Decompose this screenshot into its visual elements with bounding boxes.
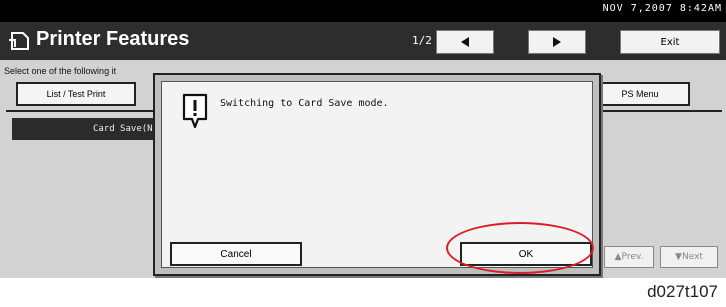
tab-ps-menu[interactable]: PS Menu xyxy=(590,82,690,106)
arrow-left-icon xyxy=(461,37,469,47)
date-time: NOV 7,2007 8:42AM xyxy=(602,3,722,14)
figure-caption: d027t107 xyxy=(647,282,718,301)
tab-label: List / Test Print xyxy=(46,89,106,99)
panel-screen: NOV 7,2007 8:42AM Printer Features 1/2 E… xyxy=(0,0,726,278)
ok-button[interactable]: OK xyxy=(460,242,592,266)
warning-icon xyxy=(182,93,208,129)
printer-icon xyxy=(9,32,29,50)
confirmation-dialog: Switching to Card Save mode. Cancel OK xyxy=(153,73,601,276)
exit-button[interactable]: Exit xyxy=(620,30,720,54)
prev-item-button[interactable]: ▲Prev. xyxy=(604,246,654,268)
dialog-message: Switching to Card Save mode. xyxy=(220,98,389,109)
cancel-button[interactable]: Cancel xyxy=(170,242,302,266)
instruction-text: Select one of the following it xyxy=(4,66,117,76)
page-title: Printer Features xyxy=(36,28,190,50)
next-page-button[interactable] xyxy=(528,30,586,54)
tab-label: PS Menu xyxy=(621,89,659,99)
arrow-right-icon xyxy=(553,37,561,47)
status-bar: NOV 7,2007 8:42AM xyxy=(0,0,726,22)
list-item-card-save[interactable]: Card Save(Ne xyxy=(12,118,162,140)
dialog-body: Switching to Card Save mode. Cancel OK xyxy=(161,81,593,268)
next-item-button[interactable]: ▼Next xyxy=(660,246,718,268)
tab-list-test-print[interactable]: List / Test Print xyxy=(16,82,136,106)
title-bar: Printer Features 1/2 Exit xyxy=(0,22,726,60)
previous-page-button[interactable] xyxy=(436,30,494,54)
page-indicator: 1/2 xyxy=(412,34,432,47)
